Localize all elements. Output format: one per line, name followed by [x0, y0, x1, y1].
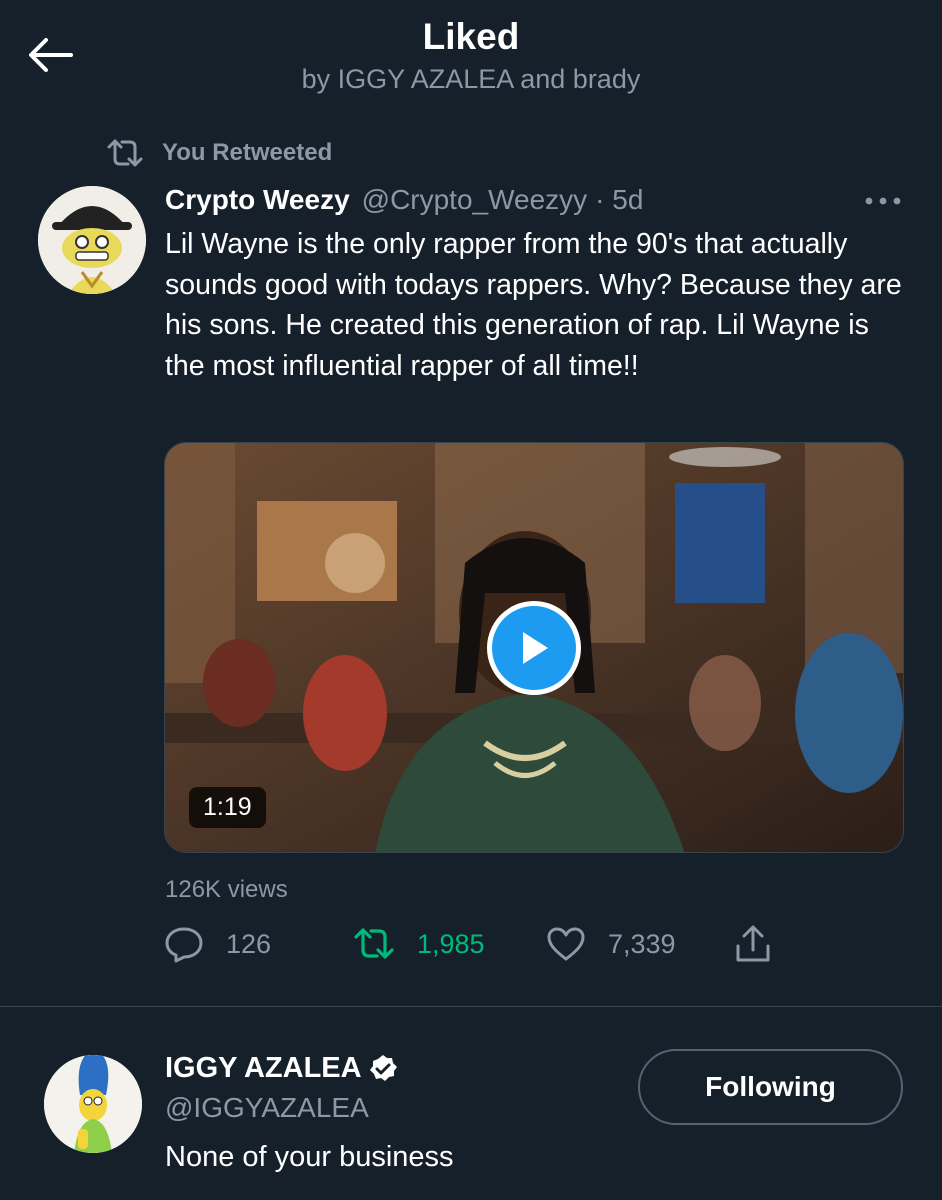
- like-count: 7,339: [608, 928, 676, 959]
- retweet-button[interactable]: 1,985: [353, 920, 485, 968]
- reply-icon: [165, 927, 203, 963]
- play-icon: [523, 632, 548, 664]
- following-button[interactable]: Following: [638, 1049, 903, 1125]
- divider: [0, 1006, 942, 1007]
- share-button[interactable]: [734, 920, 794, 968]
- author-name[interactable]: Crypto Weezy: [165, 184, 350, 216]
- retweet-context: You Retweeted: [106, 138, 332, 168]
- user-name: IGGY AZALEA: [165, 1052, 362, 1084]
- view-count: 126K views: [165, 876, 288, 903]
- retweet-icon: [107, 139, 143, 167]
- video-duration: 1:19: [189, 787, 266, 828]
- page-subtitle: by IGGY AZALEA and brady: [301, 64, 641, 94]
- user-avatar[interactable]: [44, 1055, 142, 1153]
- avatar-image: [38, 186, 146, 294]
- author-handle[interactable]: @Crypto_Weezyy: [362, 184, 588, 216]
- like-button[interactable]: 7,339: [546, 920, 676, 968]
- reply-count: 126: [226, 928, 272, 959]
- retweet-context-label: You Retweeted: [162, 139, 333, 166]
- author-avatar[interactable]: [38, 186, 146, 294]
- user-handle[interactable]: @IGGYAZALEA: [165, 1092, 369, 1124]
- verified-badge-icon: [369, 1054, 397, 1081]
- more-options-button[interactable]: [858, 186, 908, 216]
- more-icon: [865, 197, 901, 205]
- play-button[interactable]: [487, 601, 581, 695]
- user-bio: None of your business: [165, 1141, 454, 1173]
- tweet-header: Crypto Weezy @Crypto_Weezyy · 5d: [165, 184, 643, 216]
- video-player[interactable]: 1:19: [164, 442, 904, 853]
- tweet-text: Lil Wayne is the only rapper from the 90…: [165, 228, 902, 382]
- tweet-age[interactable]: · 5d: [595, 184, 643, 216]
- user-name-row[interactable]: IGGY AZALEA: [165, 1052, 398, 1085]
- reply-button[interactable]: 126: [164, 920, 271, 968]
- share-icon: [736, 925, 770, 962]
- retweet-icon: [354, 928, 394, 959]
- heart-icon: [547, 927, 585, 961]
- retweet-count: 1,985: [417, 928, 485, 959]
- page-title: Liked: [422, 16, 520, 57]
- avatar-image: [44, 1055, 142, 1153]
